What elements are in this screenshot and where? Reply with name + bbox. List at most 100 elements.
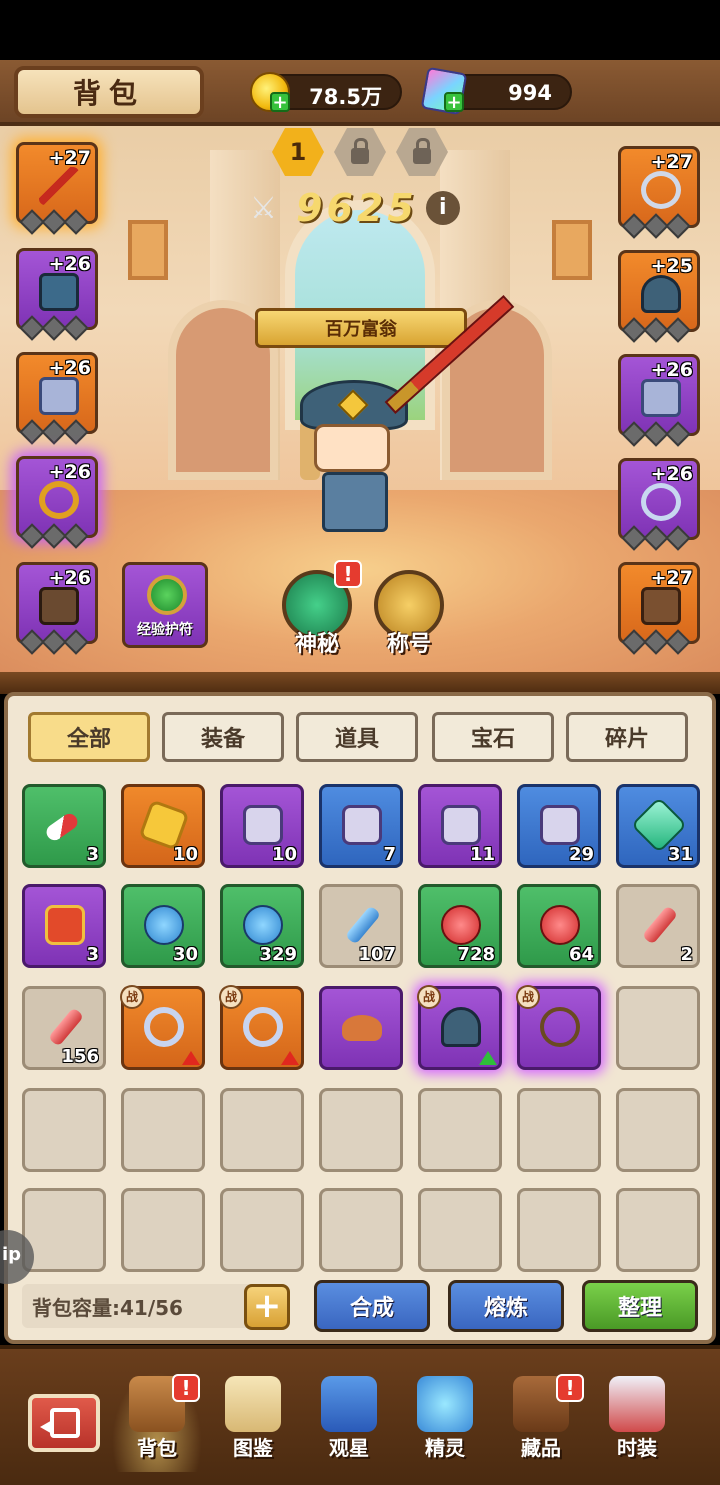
- inventory-item[interactable]: 31: [616, 784, 700, 868]
- inventory-item[interactable]: 30: [121, 884, 205, 968]
- equip-level: +26: [48, 567, 91, 589]
- inventory-item[interactable]: 战: [219, 985, 304, 1070]
- inventory-item[interactable]: 战: [417, 985, 502, 1070]
- red-potion-icon: [540, 905, 580, 945]
- equip-slot-helmet[interactable]: +25: [618, 250, 700, 343]
- battle-tag: 战: [417, 985, 441, 1009]
- nav-item[interactable]: 背包!: [112, 1372, 202, 1472]
- empty-slot[interactable]: [616, 986, 700, 1070]
- character-title-text: 百万富翁: [325, 319, 397, 340]
- inventory-item[interactable]: 10: [121, 784, 205, 868]
- mystery-button[interactable]: 神秘 !: [282, 560, 362, 657]
- inventory-item[interactable]: [319, 986, 403, 1070]
- inventory-item[interactable]: 10: [220, 784, 304, 868]
- item-count: 30: [172, 944, 198, 965]
- exp-amulet-slot[interactable]: 经验护符: [122, 562, 208, 648]
- info-icon[interactable]: i: [425, 191, 460, 225]
- empty-slot[interactable]: [517, 1188, 601, 1272]
- equip-slot-bracelet[interactable]: +26: [618, 458, 700, 551]
- empty-slot[interactable]: [616, 1188, 700, 1272]
- item-count: 329: [259, 944, 297, 965]
- alert-icon: !: [172, 1374, 200, 1402]
- empty-slot[interactable]: [319, 1188, 403, 1272]
- wall-painting: [552, 220, 592, 280]
- inventory-item[interactable]: 64: [517, 884, 601, 968]
- empty-slot[interactable]: [22, 1088, 106, 1172]
- empty-slot[interactable]: [220, 1188, 304, 1272]
- tab-gems[interactable]: 宝石: [432, 712, 554, 762]
- status-bar: [0, 0, 720, 60]
- nav-label: 观星: [329, 1436, 369, 1460]
- tab-items[interactable]: 道具: [296, 712, 418, 762]
- inventory-item[interactable]: 156: [22, 986, 106, 1070]
- item-count: 728: [457, 944, 495, 965]
- card-icon: [441, 805, 481, 845]
- add-gold-icon[interactable]: +: [270, 92, 290, 112]
- empty-slot[interactable]: [121, 1188, 205, 1272]
- nav-item[interactable]: 观星: [304, 1372, 394, 1472]
- helmet-icon: [441, 1007, 481, 1047]
- tab-fragments[interactable]: 碎片: [566, 712, 688, 762]
- inventory-item[interactable]: 29: [517, 784, 601, 868]
- smelt-button[interactable]: 熔炼: [448, 1280, 564, 1332]
- empty-slot[interactable]: [418, 1088, 502, 1172]
- empty-slot[interactable]: [418, 1188, 502, 1272]
- red-vial-icon: [641, 905, 679, 945]
- inventory-item[interactable]: 3: [22, 784, 106, 868]
- empty-slot[interactable]: [22, 1188, 106, 1272]
- nav-item[interactable]: 藏品!: [496, 1372, 586, 1472]
- tab-equipment[interactable]: 装备: [162, 712, 284, 762]
- nav-label: 时装: [617, 1436, 657, 1460]
- equip-slot-weapon[interactable]: +27: [16, 142, 98, 235]
- inventory-item[interactable]: 战: [516, 985, 601, 1070]
- item-count: 3: [86, 844, 99, 865]
- back-button[interactable]: [28, 1394, 100, 1452]
- card-icon: [342, 805, 382, 845]
- equip-slot-bracer[interactable]: +26: [16, 352, 98, 445]
- spirit-icon: [417, 1376, 473, 1432]
- inventory-item[interactable]: 11: [418, 784, 502, 868]
- equip-slot-necklace[interactable]: +27: [618, 146, 700, 239]
- synthesize-button[interactable]: 合成: [314, 1280, 430, 1332]
- character-title-badge[interactable]: 百万富翁: [255, 308, 467, 348]
- inventory-item[interactable]: 107: [319, 884, 403, 968]
- empty-slot[interactable]: [121, 1088, 205, 1172]
- sort-button[interactable]: 整理: [582, 1280, 698, 1332]
- item-count: 2: [680, 944, 693, 965]
- alert-icon: !: [556, 1374, 584, 1402]
- inventory-item[interactable]: 3: [22, 884, 106, 968]
- item-count: 64: [568, 944, 594, 965]
- nav-item[interactable]: 图鉴: [208, 1372, 298, 1472]
- nav-item[interactable]: 时装: [592, 1372, 682, 1472]
- gem-counter[interactable]: + 994: [420, 66, 572, 116]
- upgrade-arrow-icon: [479, 1051, 497, 1065]
- tab-all[interactable]: 全部: [28, 712, 150, 762]
- combat-power: ⚔ 9625 i: [250, 185, 470, 231]
- item-count: 29: [568, 844, 594, 865]
- inventory-item[interactable]: 7: [319, 784, 403, 868]
- blue-potion-icon: [243, 905, 283, 945]
- crossed-swords-icon: ⚔: [250, 190, 277, 226]
- gold-counter[interactable]: + 78.5万: [250, 72, 402, 112]
- equip-slot-armor[interactable]: +26: [16, 248, 98, 341]
- amulet-icon: [147, 575, 187, 615]
- nav-item[interactable]: 精灵: [400, 1372, 490, 1472]
- item-count: 11: [469, 844, 495, 865]
- expand-capacity-button[interactable]: +: [244, 1284, 290, 1330]
- inventory-item[interactable]: 2: [616, 884, 700, 968]
- title-button[interactable]: 称号: [374, 570, 444, 657]
- inventory-item[interactable]: 329: [220, 884, 304, 968]
- inventory-item[interactable]: 728: [418, 884, 502, 968]
- empty-slot[interactable]: [220, 1088, 304, 1172]
- empty-slot[interactable]: [319, 1088, 403, 1172]
- empty-slot[interactable]: [616, 1088, 700, 1172]
- equip-slot-boots[interactable]: +27: [618, 562, 700, 655]
- empty-slot[interactable]: [517, 1088, 601, 1172]
- item-count: 31: [667, 844, 693, 865]
- inventory-item[interactable]: 战: [120, 985, 205, 1070]
- equip-slot-gloves[interactable]: +26: [16, 562, 98, 655]
- equip-slot-bracer-right[interactable]: +26: [618, 354, 700, 447]
- equip-slot-ring[interactable]: +26: [16, 456, 98, 549]
- gem-value: 994: [508, 81, 552, 105]
- add-gem-icon[interactable]: +: [444, 92, 464, 112]
